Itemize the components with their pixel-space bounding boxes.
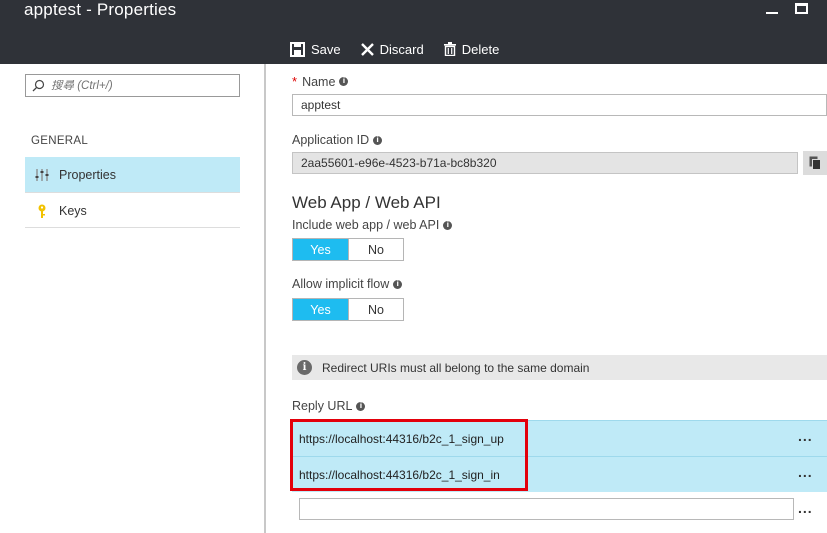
resource-menu: GENERAL Properties Keys [0,64,266,533]
copy-button[interactable] [803,151,827,175]
sidebar-item-keys[interactable]: Keys [25,193,240,228]
implicit-flow-label-text: Allow implicit flow [292,277,390,291]
implicit-flow-label: Allow implicit flow i [292,277,403,291]
sidebar-item-label: Properties [59,167,116,182]
more-options-icon[interactable]: ... [798,428,813,444]
info-icon[interactable]: i [373,135,383,145]
include-web-yes-option[interactable]: Yes [293,239,348,260]
reply-url-label-text: Reply URL [292,399,353,413]
delete-label: Delete [461,41,500,57]
implicit-flow-toggle[interactable]: Yes No [292,298,404,321]
new-reply-url-input[interactable] [299,498,794,520]
save-label: Save [311,41,341,57]
search-input[interactable] [51,79,221,92]
info-icon[interactable]: i [339,77,349,86]
command-bar: Save Discard Delete [290,40,519,58]
application-id-field[interactable] [292,152,798,174]
properties-form: * Name i Application ID i Web App / Web … [268,64,827,533]
reply-url-label: Reply URL i [292,399,366,413]
reply-url-value: https://localhost:44316/b2c_1_sign_up [299,431,504,446]
name-input[interactable] [292,94,827,116]
page-title: apptest - Properties [24,0,177,19]
discard-button[interactable]: Discard [360,41,424,57]
section-general-label: GENERAL [31,135,89,147]
application-id-label-text: Application ID [292,133,370,147]
name-label: * Name i [292,74,349,89]
sidebar-item-properties[interactable]: Properties [25,157,240,192]
maximize-icon[interactable] [795,3,808,14]
info-icon[interactable]: i [443,220,453,230]
key-icon [38,204,46,218]
copy-icon [809,156,821,170]
required-mark: * [292,74,298,89]
delete-button[interactable]: Delete [443,41,500,57]
minimize-icon[interactable] [766,12,778,14]
implicit-flow-yes-option[interactable]: Yes [293,299,348,320]
include-web-app-label: Include web app / web API i [292,218,453,232]
info-icon[interactable]: i [356,401,366,411]
more-options-icon[interactable]: ... [798,500,813,516]
discard-label: Discard [379,41,424,57]
include-web-no-option[interactable]: No [348,239,403,260]
info-icon: i [297,360,312,375]
include-web-app-label-text: Include web app / web API [292,218,440,232]
reply-url-row[interactable]: https://localhost:44316/b2c_1_sign_up [292,420,827,456]
trash-icon [443,42,456,56]
info-icon[interactable]: i [393,279,403,289]
divider [25,227,240,228]
sidebar-item-label: Keys [59,203,87,218]
more-options-icon[interactable]: ... [798,464,813,480]
web-app-section-title: Web App / Web API [292,193,441,212]
include-web-app-toggle[interactable]: Yes No [292,238,404,261]
save-button[interactable]: Save [290,41,341,57]
application-id-label: Application ID i [292,133,383,147]
close-icon [360,42,374,56]
name-label-text: Name [302,74,336,89]
info-message: Redirect URIs must all belong to the sam… [322,360,590,375]
sliders-icon [35,168,49,181]
save-icon [290,41,305,57]
search-icon [32,79,45,92]
search-box[interactable] [25,74,240,97]
reply-url-value: https://localhost:44316/b2c_1_sign_in [299,467,500,482]
redirect-uri-info-banner: i Redirect URIs must all belong to the s… [292,355,827,380]
reply-url-row[interactable]: https://localhost:44316/b2c_1_sign_in [292,456,827,492]
blade-header: apptest - Properties Save Discard Delete [0,0,827,64]
implicit-flow-no-option[interactable]: No [348,299,403,320]
